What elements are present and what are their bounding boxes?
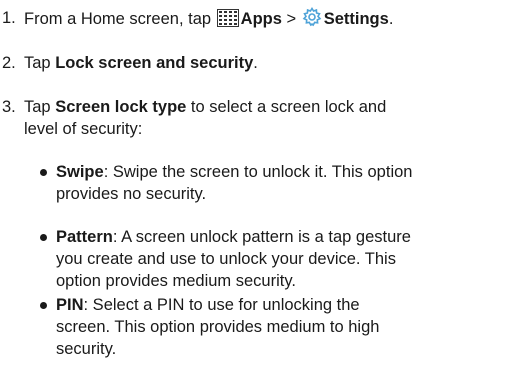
settings-gear-svg (302, 7, 322, 27)
bullet-line-rest: : Select a PIN to use for unlocking the (83, 296, 360, 314)
step-line-1: Tap Screen lock type to select a screen … (24, 96, 510, 118)
step-bold-term: Screen lock type (55, 98, 187, 116)
step-bold-term: Lock screen and security (55, 54, 254, 72)
settings-gear-icon (302, 7, 322, 33)
step-prefix: Tap (24, 98, 56, 116)
bullet-line-1: Swipe: Swipe the screen to unlock it. Th… (56, 161, 510, 183)
bullet-term: Swipe (56, 163, 104, 181)
apps-label: Apps (240, 10, 282, 28)
bullet-line-2: you create and use to unlock your device… (56, 250, 396, 268)
step-prefix: From a Home screen, tap (24, 10, 216, 28)
bullet-term: Pattern (56, 228, 113, 246)
path-separator: > (281, 10, 301, 28)
step-text: From a Home screen, tap Apps > Settings. (24, 7, 510, 33)
bullet-line-rest: : Swipe the screen to unlock it. This op… (103, 163, 413, 181)
step-text: Tap Screen lock type to select a screen … (24, 96, 510, 140)
bullet-line-2: provides no security. (56, 185, 207, 203)
step-number: 2. (2, 54, 16, 72)
step-number: 1. (2, 9, 16, 27)
bullet-line-3: security. (56, 340, 117, 358)
bullet-text: Pattern: A screen unlock pattern is a ta… (56, 226, 510, 292)
bullet-line-2: screen. This option provides medium to h… (56, 318, 380, 336)
settings-label: Settings (323, 10, 389, 28)
bullet-dot (40, 234, 47, 241)
apps-grid-icon (216, 9, 239, 33)
bullet-line-1: Pattern: A screen unlock pattern is a ta… (56, 226, 510, 248)
step-line-2: level of security: (24, 120, 143, 138)
bullet-text: Swipe: Swipe the screen to unlock it. Th… (56, 161, 510, 205)
step-suffix: . (253, 54, 258, 72)
bullet-term: PIN (56, 296, 84, 314)
apps-grid-svg (216, 9, 239, 27)
step-suffix: . (388, 10, 394, 28)
instructions-document: 1. From a Home screen, tap Apps > Settin… (0, 0, 518, 376)
step-prefix: Tap (24, 54, 56, 72)
step-line-rest: to select a screen lock and (186, 98, 387, 116)
bullet-line-rest: : A screen unlock pattern is a tap gestu… (112, 228, 411, 246)
step-number: 3. (2, 98, 16, 116)
bullet-dot (40, 169, 47, 176)
bullet-text: PIN: Select a PIN to use for unlocking t… (56, 294, 510, 360)
bullet-line-3: option provides medium security. (56, 272, 296, 290)
step-text: Tap Lock screen and security. (24, 52, 510, 74)
bullet-dot (40, 302, 47, 309)
bullet-line-1: PIN: Select a PIN to use for unlocking t… (56, 294, 510, 316)
